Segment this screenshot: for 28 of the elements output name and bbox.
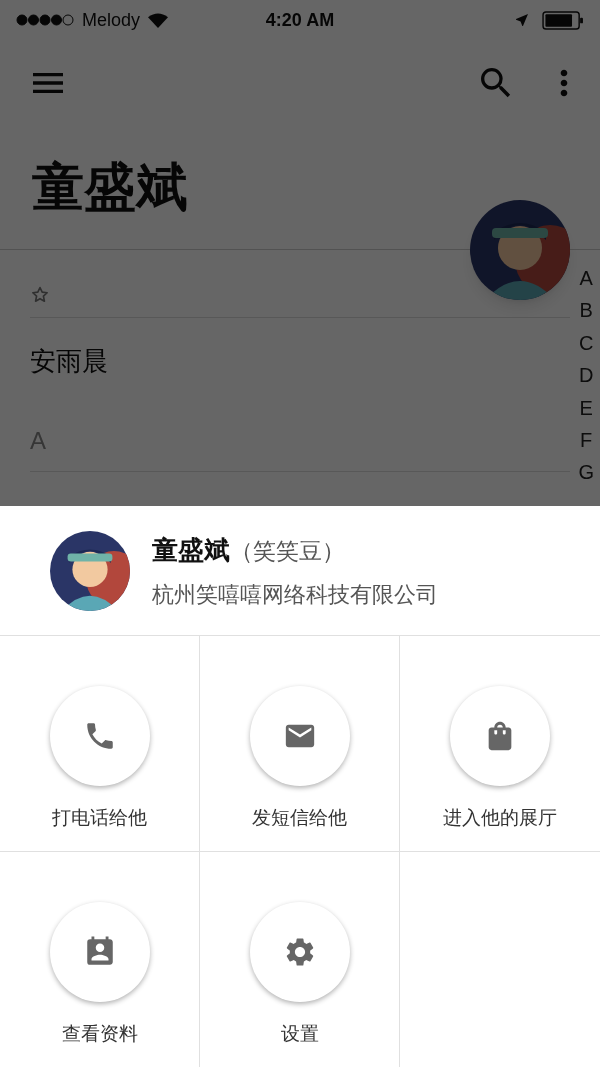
page-title: 童盛斌 bbox=[32, 157, 188, 218]
star-icon bbox=[30, 285, 50, 305]
action-button[interactable] bbox=[49, 902, 150, 1002]
wifi-icon bbox=[148, 12, 169, 28]
contact-name: 童盛斌 bbox=[152, 533, 230, 567]
index-letter[interactable]: B bbox=[579, 294, 593, 327]
index-letter[interactable]: A bbox=[579, 262, 593, 295]
index-letter[interactable]: D bbox=[579, 359, 594, 392]
clock: 4:20 AM bbox=[264, 8, 336, 32]
nickname: （笑笑豆） bbox=[230, 536, 345, 566]
index-letter[interactable]: G bbox=[578, 456, 594, 489]
location-icon bbox=[514, 12, 530, 28]
signal-icon bbox=[16, 14, 74, 26]
action-label: 打电话给他 bbox=[52, 806, 147, 830]
index-letter[interactable]: E bbox=[579, 391, 593, 424]
battery-icon bbox=[542, 10, 584, 30]
action-button[interactable] bbox=[249, 902, 350, 1002]
contact-name[interactable]: 安雨晨 bbox=[30, 341, 108, 381]
action-label: 进入他的展厅 bbox=[443, 806, 557, 830]
action-label: 查看资料 bbox=[61, 1022, 138, 1046]
action-button[interactable] bbox=[249, 686, 350, 786]
company-name: 杭州笑嘻嘻网络科技有限公司 bbox=[152, 580, 438, 609]
action-label: 发短信给他 bbox=[252, 806, 347, 830]
action-button[interactable] bbox=[450, 686, 550, 786]
action-label: 设置 bbox=[280, 1022, 319, 1046]
carrier-name: Melody bbox=[82, 8, 141, 32]
index-letter[interactable]: C bbox=[579, 326, 594, 360]
index-letter[interactable]: F bbox=[580, 423, 593, 457]
